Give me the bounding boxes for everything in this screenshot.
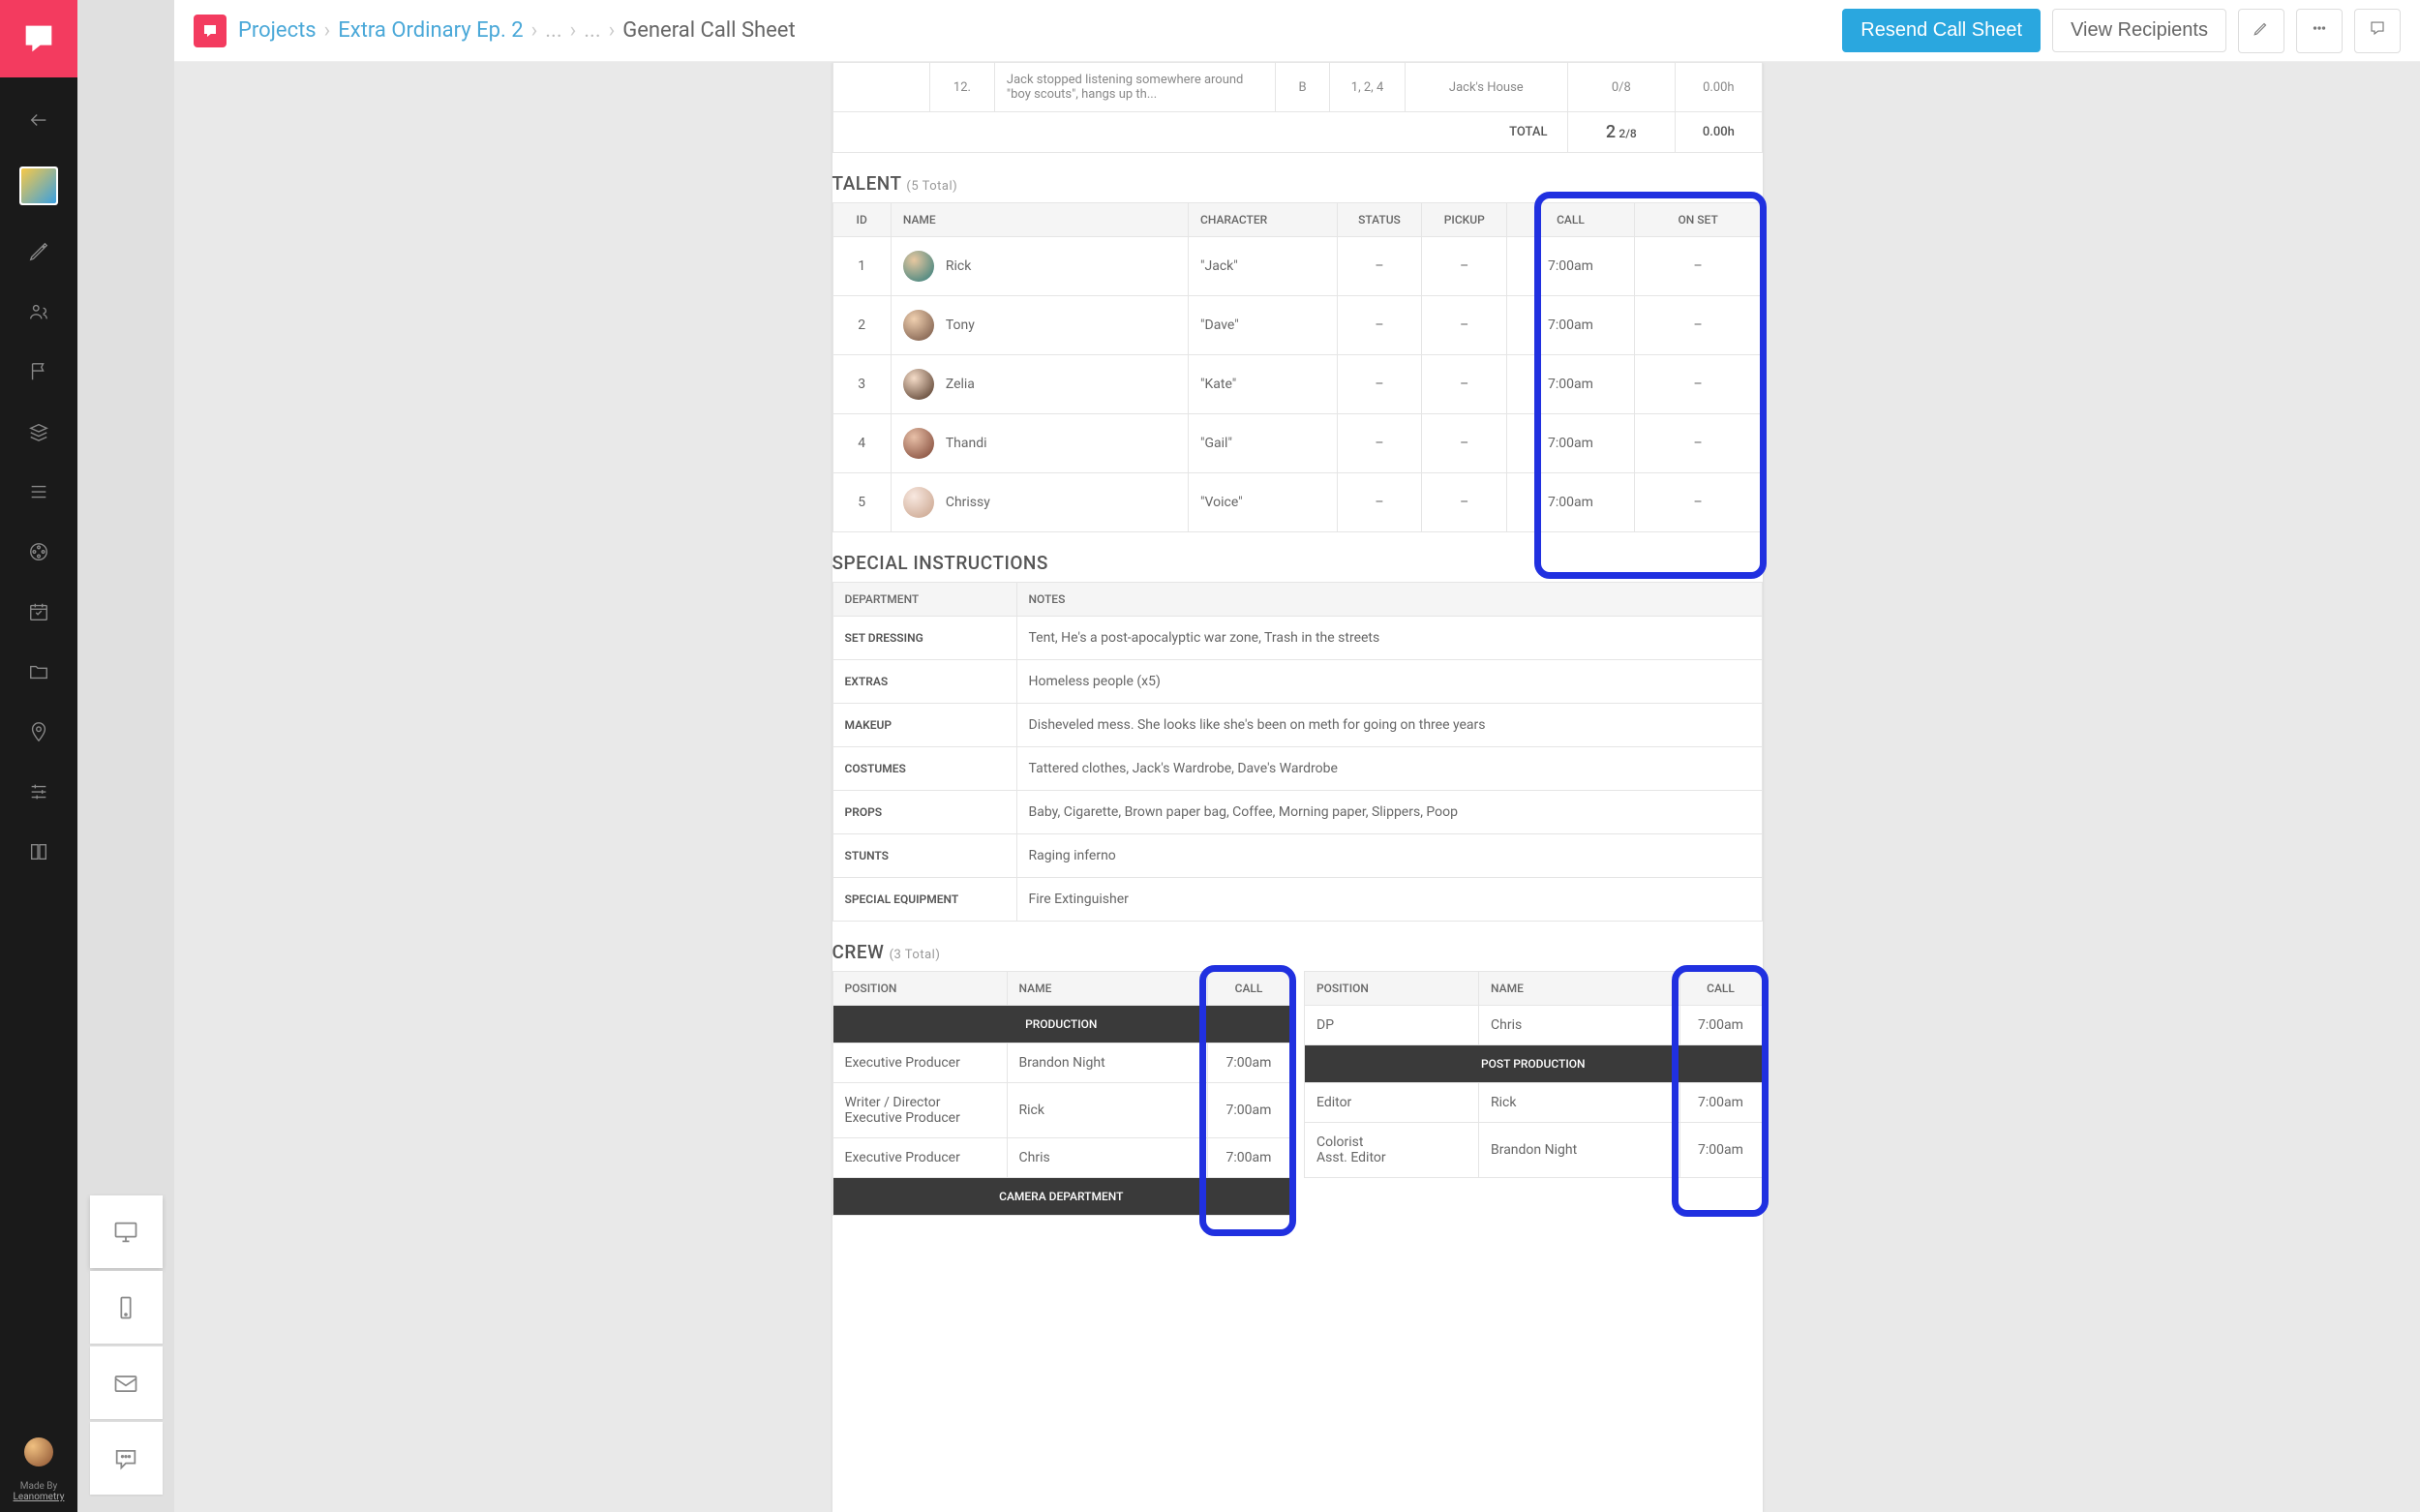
chevron-right-icon: › <box>531 18 538 43</box>
chevron-right-icon: › <box>570 18 577 43</box>
col-id: ID <box>832 203 891 237</box>
col-notes: NOTES <box>1016 583 1762 617</box>
breadcrumb-projects[interactable]: Projects <box>238 18 317 43</box>
col-status: STATUS <box>1337 203 1422 237</box>
reel-icon[interactable] <box>25 538 52 565</box>
callsheet-icon <box>194 15 227 47</box>
edit-button[interactable] <box>2238 9 2284 53</box>
talent-count: (5 Total) <box>906 179 957 194</box>
table-row: STUNTSRaging inferno <box>832 834 1762 878</box>
edit-icon[interactable] <box>25 238 52 265</box>
folder-icon[interactable] <box>25 658 52 685</box>
col-pickup: PICKUP <box>1422 203 1507 237</box>
table-row: SPECIAL EQUIPMENTFire Extinguisher <box>832 878 1762 922</box>
avatar <box>903 369 934 400</box>
talent-name-text: Thandi <box>946 436 987 451</box>
made-by-label: Made By <box>0 1481 77 1492</box>
email-preview-button[interactable] <box>90 1346 163 1419</box>
layers-icon[interactable] <box>25 418 52 445</box>
table-row: Executive ProducerChris7:00am <box>832 1138 1290 1178</box>
table-row: 5 Chrissy "Voice" – – 7:00am – <box>832 473 1762 532</box>
col-call: CALL <box>1208 972 1290 1006</box>
table-row: SET DRESSINGTent, He's a post-apocalypti… <box>832 617 1762 660</box>
view-recipients-button[interactable]: View Recipients <box>2052 9 2226 52</box>
avatar <box>903 310 934 341</box>
more-button[interactable] <box>2296 9 2343 53</box>
comments-button[interactable] <box>2354 9 2401 53</box>
table-row: Executive ProducerBrandon Night7:00am <box>832 1043 1290 1083</box>
table-row: EditorRick7:00am <box>1305 1083 1763 1123</box>
chevron-right-icon: › <box>324 18 331 43</box>
table-row: MAKEUPDisheveled mess. She looks like sh… <box>832 704 1762 747</box>
desktop-preview-button[interactable] <box>90 1195 163 1268</box>
sliders-icon[interactable] <box>25 778 52 805</box>
table-row: PRODUCTION <box>832 1006 1290 1043</box>
talent-name-text: Rick <box>946 258 971 274</box>
crew-title: CREW <box>832 941 885 963</box>
table-row: EXTRASHomeless people (x5) <box>832 660 1762 704</box>
avatar <box>903 251 934 282</box>
breadcrumb-ellipsis[interactable]: ... <box>545 18 561 43</box>
chevron-right-icon: › <box>609 18 616 43</box>
breadcrumb-episode[interactable]: Extra Ordinary Ep. 2 <box>338 18 523 43</box>
avatar <box>903 487 934 518</box>
col-character: CHARACTER <box>1189 203 1338 237</box>
user-avatar[interactable] <box>24 1437 53 1467</box>
table-row: POST PRODUCTION <box>1305 1045 1763 1083</box>
col-call: CALL <box>1507 203 1635 237</box>
preview-rail <box>77 0 174 1512</box>
talent-title: TALENT <box>832 172 902 195</box>
breadcrumb-current: General Call Sheet <box>622 18 795 43</box>
table-row: Writer / DirectorExecutive ProducerRick7… <box>832 1083 1290 1138</box>
left-rail: Made By Leanometry <box>0 0 77 1512</box>
rail-footer: Made By Leanometry <box>0 1437 77 1502</box>
col-position: POSITION <box>832 972 1007 1006</box>
talent-name-text: Tony <box>946 318 975 333</box>
col-name: NAME <box>1007 972 1208 1006</box>
col-position: POSITION <box>1305 972 1479 1006</box>
mobile-preview-button[interactable] <box>90 1271 163 1344</box>
table-row: COSTUMESTattered clothes, Jack's Wardrob… <box>832 747 1762 791</box>
list-icon[interactable] <box>25 478 52 505</box>
col-onset: ON SET <box>1634 203 1762 237</box>
table-row: 4 Thandi "Gail" – – 7:00am – <box>832 414 1762 473</box>
flag-icon[interactable] <box>25 358 52 385</box>
avatar <box>903 428 934 459</box>
table-row: CAMERA DEPARTMENT <box>832 1178 1290 1216</box>
talent-table: ID NAME CHARACTER STATUS PICKUP CALL ON … <box>832 202 1763 532</box>
app-logo[interactable] <box>0 0 77 77</box>
table-row: DPChris7:00am <box>1305 1006 1763 1045</box>
table-row: 2 Tony "Dave" – – 7:00am – <box>832 296 1762 355</box>
breadcrumb: Projects › Extra Ordinary Ep. 2 › ... › … <box>238 18 796 43</box>
instructions-title: SPECIAL INSTRUCTIONS <box>832 532 1763 582</box>
table-row: ColoristAsst. EditorBrandon Night7:00am <box>1305 1123 1763 1178</box>
table-row: 12. Jack stopped listening somewhere aro… <box>832 63 1762 112</box>
talent-name-text: Chrissy <box>946 495 990 510</box>
scenes-table-fragment: 12. Jack stopped listening somewhere aro… <box>832 62 1763 153</box>
sms-preview-button[interactable] <box>90 1422 163 1495</box>
table-row: 3 Zelia "Kate" – – 7:00am – <box>832 355 1762 414</box>
crew-table-right: POSITION NAME CALL DPChris7:00amPOST PRO… <box>1304 971 1763 1178</box>
col-call: CALL <box>1679 972 1762 1006</box>
project-thumbnail[interactable] <box>19 166 58 205</box>
col-dept: DEPARTMENT <box>832 583 1016 617</box>
talent-name-text: Zelia <box>946 377 975 392</box>
book-icon[interactable] <box>25 838 52 865</box>
table-row: TOTAL 2 2/8 0.00h <box>832 112 1762 153</box>
col-name: NAME <box>891 203 1188 237</box>
people-icon[interactable] <box>25 298 52 325</box>
crew-table-left: POSITION NAME CALL PRODUCTIONExecutive P… <box>832 971 1291 1216</box>
resend-button[interactable]: Resend Call Sheet <box>1842 9 2041 52</box>
instructions-table: DEPARTMENT NOTES SET DRESSINGTent, He's … <box>832 582 1763 922</box>
col-name: NAME <box>1479 972 1680 1006</box>
back-icon[interactable] <box>25 106 52 134</box>
table-row: PROPSBaby, Cigarette, Brown paper bag, C… <box>832 791 1762 834</box>
crew-count: (3 Total) <box>890 948 941 962</box>
breadcrumb-ellipsis[interactable]: ... <box>584 18 600 43</box>
calendar-icon[interactable] <box>25 598 52 625</box>
topbar: Projects › Extra Ordinary Ep. 2 › ... › … <box>174 0 2420 62</box>
table-row: 1 Rick "Jack" – – 7:00am – <box>832 237 1762 296</box>
location-icon[interactable] <box>25 718 52 745</box>
leanometry-link[interactable]: Leanometry <box>14 1492 65 1502</box>
